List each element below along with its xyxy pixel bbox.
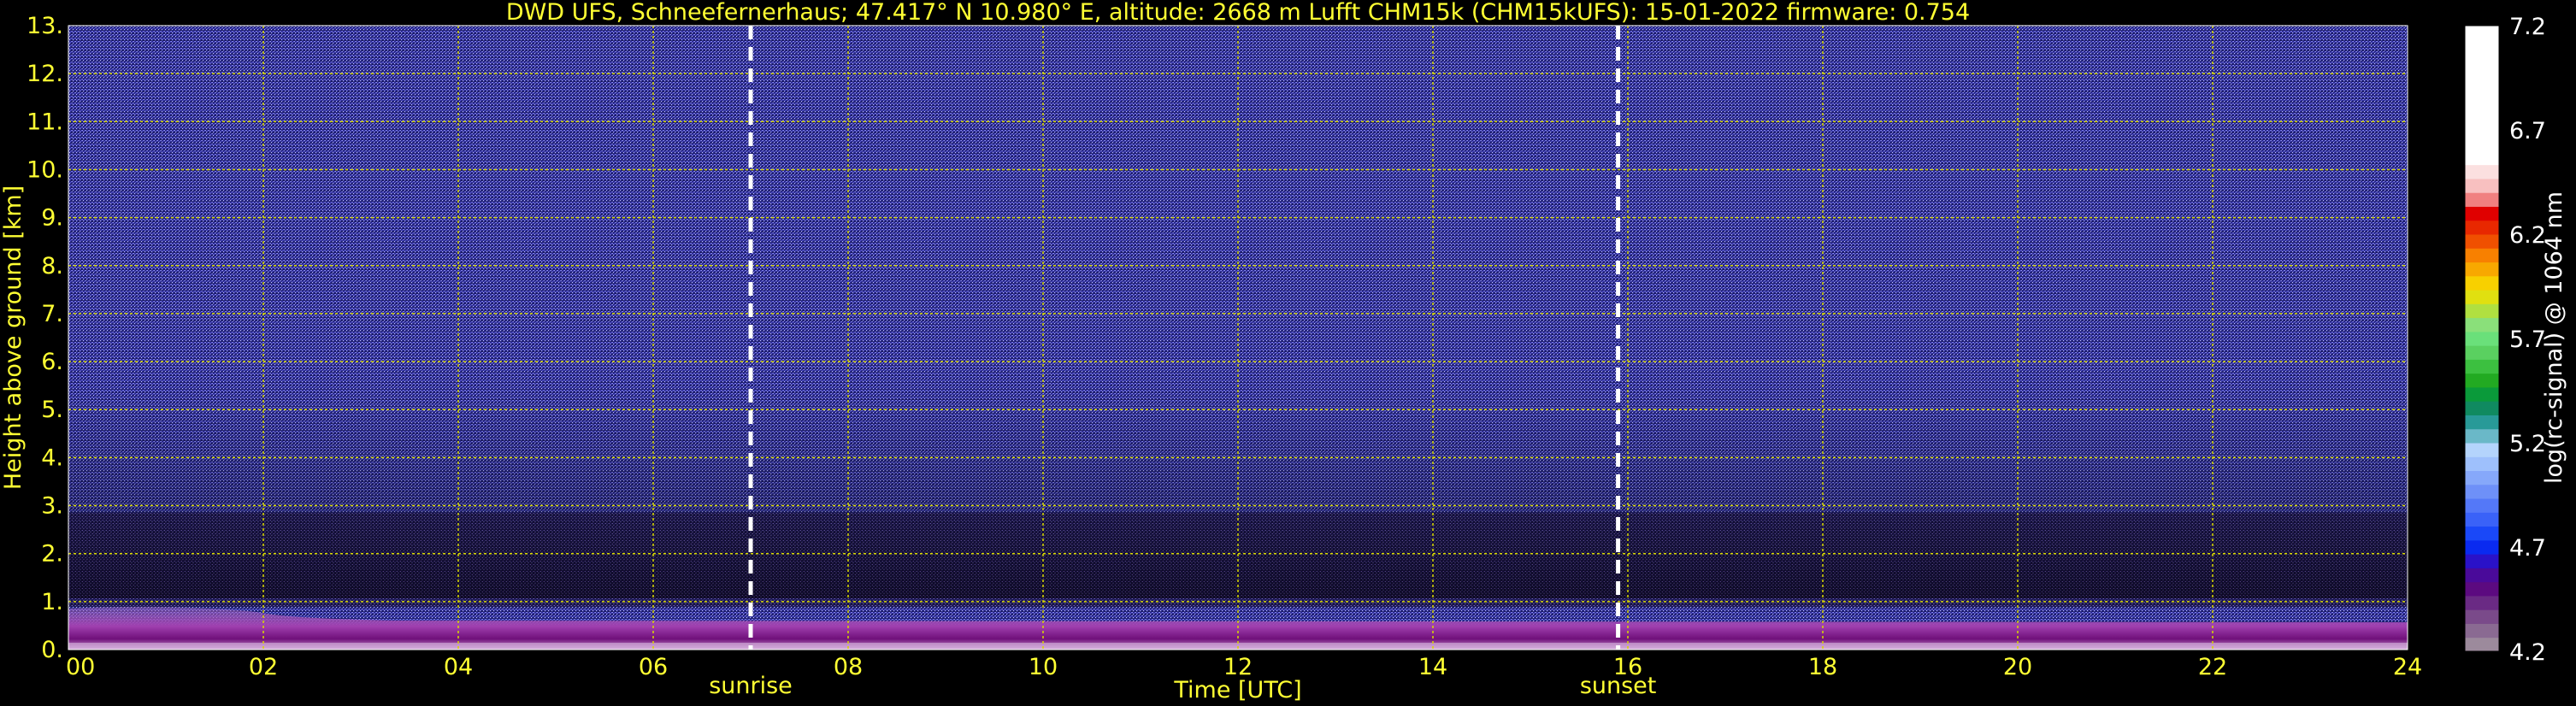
x-tick-label: 10 (1029, 654, 1058, 680)
colorbar-swatch (2465, 609, 2499, 624)
colorbar-swatch (2465, 345, 2499, 360)
colorbar-swatch (2465, 26, 2499, 40)
colorbar-swatch (2465, 526, 2499, 541)
colorbar-swatch (2465, 178, 2499, 193)
colorbar-swatch (2465, 303, 2499, 319)
x-tick-label: 02 (249, 654, 278, 680)
colorbar-tick-label: 4.2 (2509, 639, 2546, 666)
x-tick-label: 04 (444, 654, 473, 680)
colorbar-swatch (2465, 39, 2499, 55)
colorbar-swatch (2465, 428, 2499, 444)
colorbar-swatch (2465, 484, 2499, 499)
colorbar-swatch (2465, 415, 2499, 430)
colorbar-label: log(rc-signal) @ 1064 nm (2541, 191, 2567, 484)
colorbar-swatch (2465, 234, 2499, 249)
colorbar-swatches (2465, 26, 2499, 652)
colorbar-swatch (2465, 95, 2499, 110)
colorbar-swatch (2465, 581, 2499, 597)
x-tick-label: 00 (66, 654, 95, 680)
colorbar-swatch (2465, 359, 2499, 374)
colorbar-swatch (2465, 109, 2499, 124)
colorbar-swatch (2465, 595, 2499, 610)
x-tick-label: 18 (1808, 654, 1837, 680)
colorbar-swatch (2465, 220, 2499, 235)
colorbar-swatch (2465, 386, 2499, 402)
colorbar: 4.24.75.25.76.26.77.2 log(rc-signal) @ 1… (2464, 14, 2567, 666)
y-tick-label: 2. (41, 541, 63, 568)
x-tick-label: 06 (639, 654, 668, 680)
colorbar-swatch (2465, 443, 2499, 457)
x-tick-label: 20 (2003, 654, 2032, 680)
y-tick-labels: 0. 1. 2. 3. 4. 5. 6. 7. 8. 9. 10. 11. 12. 13. (27, 13, 63, 663)
colorbar-tick-label: 6.7 (2509, 118, 2546, 144)
colorbar-swatch (2465, 192, 2499, 207)
colorbar-swatch (2465, 512, 2499, 527)
x-tick-label: 24 (2393, 654, 2422, 680)
colorbar-swatch (2465, 401, 2499, 415)
colorbar-swatch (2465, 331, 2499, 346)
colorbar-swatch (2465, 150, 2499, 166)
colorbar-swatch (2465, 67, 2499, 82)
y-tick-label: 1. (41, 589, 63, 615)
y-axis-label: Height above ground [km] (0, 185, 27, 490)
x-tick-label: 16 (1613, 654, 1642, 680)
y-tick-label: 0. (41, 637, 63, 663)
colorbar-swatch (2465, 637, 2499, 652)
colorbar-swatch (2465, 456, 2499, 472)
colorbar-swatch (2465, 206, 2499, 221)
y-tick-label: 5. (41, 397, 63, 423)
y-tick-label: 7. (41, 301, 63, 327)
colorbar-swatch (2465, 262, 2499, 277)
sunrise-label: sunrise (709, 673, 793, 699)
x-tick-label: 08 (834, 654, 863, 680)
ceilometer-chart: sunrise sunset 0.1.2.3.4.5.6.7.8.9.10.11.… (0, 0, 2567, 703)
y-tick-label: 13. (27, 13, 63, 39)
colorbar-tick-label: 7.2 (2509, 14, 2546, 40)
colorbar-swatch (2465, 81, 2499, 96)
colorbar-swatch (2465, 623, 2499, 638)
y-tick-label: 10. (27, 156, 63, 183)
x-tick-label: 22 (2198, 654, 2227, 680)
y-tick-label: 12. (27, 61, 63, 87)
chart-title: DWD UFS, Schneefernerhaus; 47.417° N 10.… (506, 0, 1970, 26)
colorbar-tick-label: 4.7 (2509, 535, 2546, 562)
colorbar-swatch (2465, 122, 2499, 138)
colorbar-swatch (2465, 164, 2499, 179)
colorbar-swatch (2465, 275, 2499, 291)
colorbar-swatch (2465, 568, 2499, 583)
colorbar-swatch (2465, 554, 2499, 568)
colorbar-swatch (2465, 317, 2499, 332)
colorbar-swatch (2465, 539, 2499, 555)
colorbar-swatch (2465, 498, 2499, 513)
colorbar-swatch (2465, 470, 2499, 485)
y-tick-label: 9. (41, 205, 63, 232)
y-tick-label: 8. (41, 253, 63, 279)
colorbar-swatch (2465, 373, 2499, 388)
x-tick-label: 14 (1418, 654, 1447, 680)
y-tick-label: 4. (41, 444, 63, 471)
x-axis-label: Time [UTC] (1173, 677, 1301, 703)
colorbar-swatch (2465, 137, 2499, 151)
y-tick-label: 11. (27, 109, 63, 135)
colorbar-swatch (2465, 248, 2499, 263)
y-tick-label: 3. (41, 493, 63, 520)
colorbar-swatch (2465, 53, 2499, 68)
y-tick-label: 6. (41, 349, 63, 375)
colorbar-swatch (2465, 290, 2499, 304)
